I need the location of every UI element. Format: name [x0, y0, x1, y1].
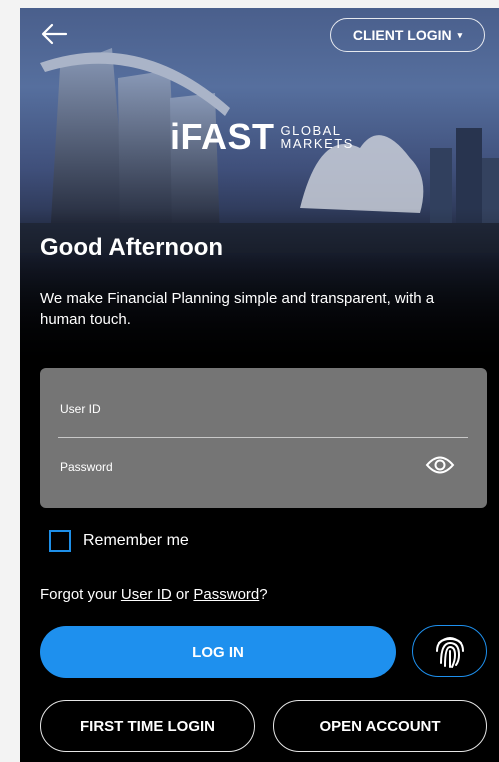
login-button[interactable]: LOG IN [40, 626, 396, 678]
logo-main-text: iFAST [170, 116, 275, 157]
forgot-prefix: Forgot your [40, 586, 121, 603]
ifast-logo: iFAST GLOBAL MARKETS [170, 116, 354, 158]
client-login-button[interactable]: CLIENT LOGIN ▾ [330, 18, 485, 52]
remember-me-row: Remember me [49, 530, 189, 552]
forgot-mid: or [171, 586, 194, 603]
open-account-button[interactable]: OPEN ACCOUNT [273, 700, 487, 752]
tagline-text: We make Financial Planning simple and tr… [40, 290, 435, 328]
greeting-heading: Good Afternoon [40, 234, 224, 261]
forgot-userid-link[interactable]: User ID [121, 586, 172, 603]
hero-banner: CLIENT LOGIN ▾ iFAST GLOBAL MARKETS Good… [20, 8, 499, 368]
forgot-password-link[interactable]: Password [193, 586, 259, 603]
logo-sub-text: GLOBAL MARKETS [281, 124, 354, 150]
remember-me-checkbox[interactable] [49, 530, 71, 552]
userid-field[interactable]: User ID [60, 402, 101, 416]
logo-sub-bottom: MARKETS [280, 136, 354, 151]
password-field[interactable]: Password [60, 460, 113, 474]
eye-icon[interactable] [425, 454, 455, 476]
login-form-card: User ID Password [40, 368, 487, 508]
forgot-credentials-text: Forgot your User ID or Password? [40, 586, 268, 603]
back-arrow-icon[interactable] [40, 22, 68, 46]
first-time-login-button[interactable]: FIRST TIME LOGIN [40, 700, 255, 752]
chevron-down-icon: ▾ [457, 29, 463, 40]
field-divider [58, 437, 468, 438]
forgot-suffix: ? [259, 586, 268, 603]
fingerprint-icon [435, 637, 464, 668]
fingerprint-login-button[interactable] [412, 625, 487, 677]
remember-me-label: Remember me [83, 532, 189, 549]
client-login-label: CLIENT LOGIN [352, 27, 452, 43]
login-screen: CLIENT LOGIN ▾ iFAST GLOBAL MARKETS Good… [20, 8, 499, 762]
